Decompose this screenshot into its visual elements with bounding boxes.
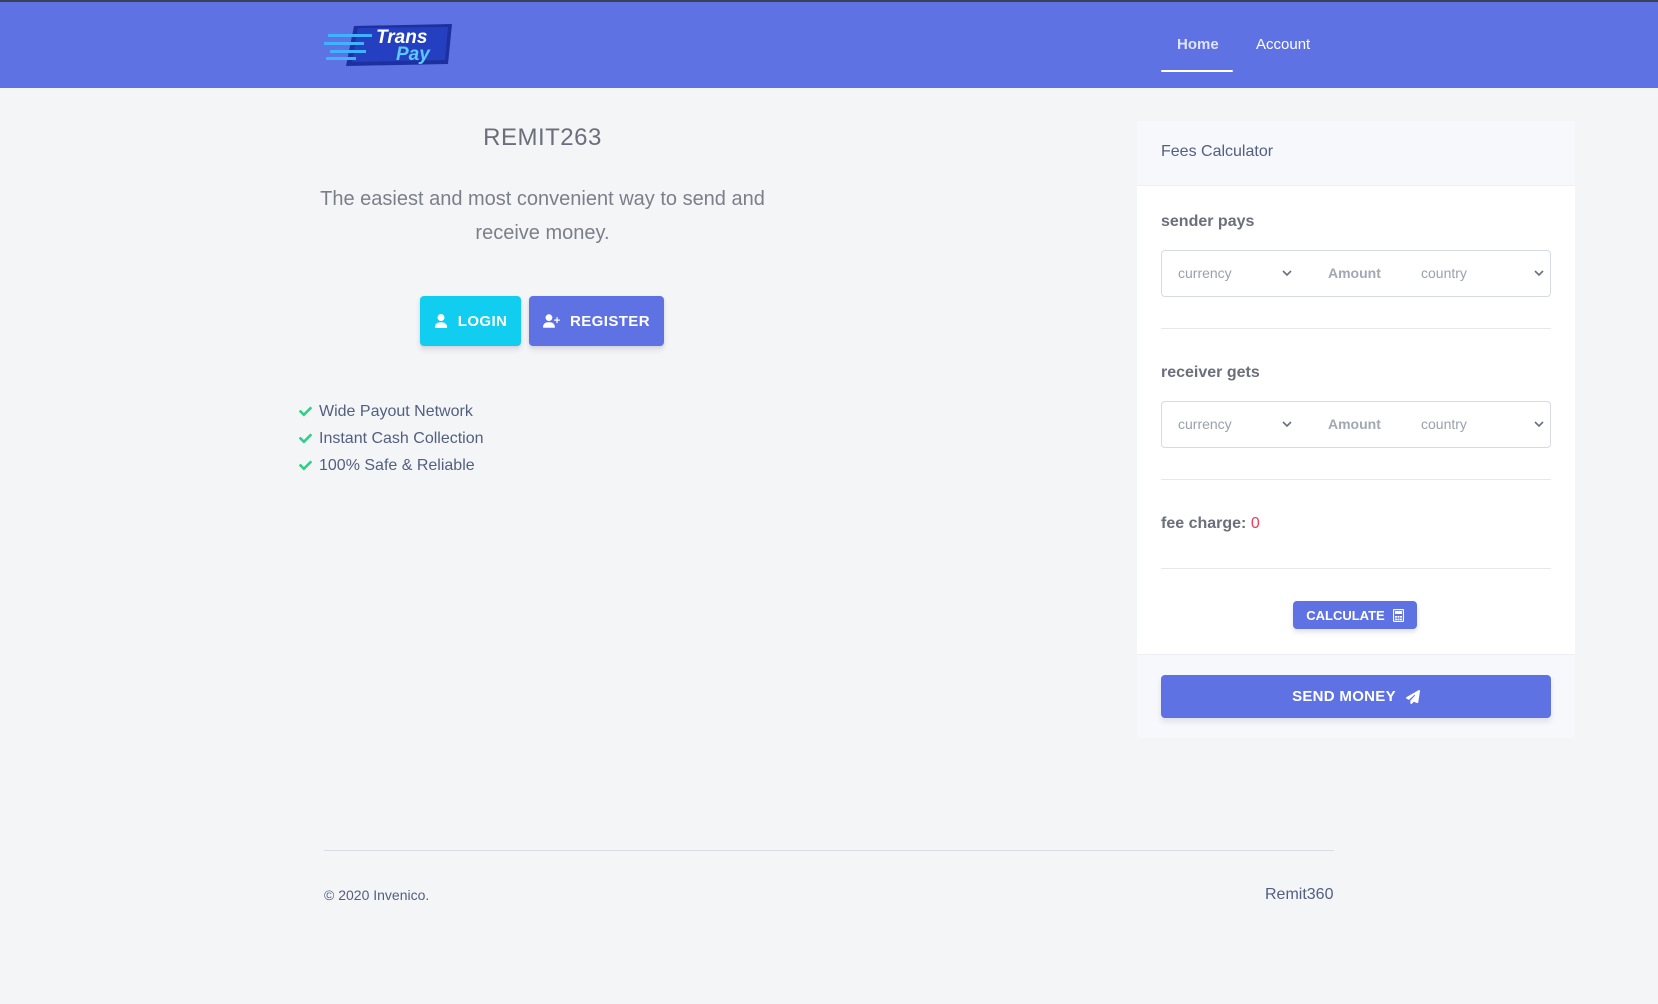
receiver-amount-input[interactable]: Amount <box>1328 416 1381 432</box>
register-button[interactable]: REGISTER <box>529 296 664 346</box>
check-icon <box>299 406 312 417</box>
navbar: Trans Pay Home Account <box>0 2 1658 88</box>
calculate-button[interactable]: CALCULATE <box>1293 601 1417 629</box>
sender-country-select[interactable]: country <box>1421 265 1467 281</box>
sender-pays-label: sender pays <box>1161 213 1255 230</box>
fees-calculator-card: Fees Calculator sender pays currency Amo… <box>1137 121 1575 738</box>
transpay-logo[interactable]: Trans Pay <box>324 22 454 68</box>
logo-graphic: Trans Pay <box>324 24 452 66</box>
chevron-down-icon <box>1534 421 1544 428</box>
feature-list: Wide Payout Network Instant Cash Collect… <box>298 398 484 479</box>
footer-brand-link[interactable]: Remit360 <box>1265 886 1333 904</box>
user-plus-icon <box>543 314 561 328</box>
nav-account-link[interactable]: Account <box>1256 36 1310 53</box>
page-title: REMIT263 <box>483 124 602 151</box>
divider <box>1161 568 1551 569</box>
tagline: The easiest and most convenient way to s… <box>300 182 785 250</box>
nav-active-indicator <box>1161 70 1233 72</box>
chevron-down-icon <box>1282 270 1292 277</box>
receiver-country-select[interactable]: country <box>1421 416 1467 432</box>
send-money-button[interactable]: SEND MONEY <box>1161 675 1551 718</box>
tagline-line-1: The easiest and most convenient way to s… <box>320 188 765 210</box>
chevron-down-icon <box>1534 270 1544 277</box>
receiver-currency-select[interactable]: currency <box>1178 416 1232 432</box>
login-button-label: LOGIN <box>457 312 508 330</box>
fees-calculator-header: Fees Calculator <box>1137 121 1575 186</box>
feature-label: 100% Safe & Reliable <box>319 456 475 474</box>
receiver-gets-label: receiver gets <box>1161 364 1260 381</box>
user-icon <box>434 314 447 328</box>
fees-calculator-title: Fees Calculator <box>1161 143 1274 160</box>
login-button[interactable]: LOGIN <box>420 296 521 346</box>
feature-label: Instant Cash Collection <box>319 429 484 447</box>
feature-item: 100% Safe & Reliable <box>298 452 484 479</box>
send-money-button-label: SEND MONEY <box>1292 688 1396 705</box>
nav-home-link[interactable]: Home <box>1177 36 1219 53</box>
fee-charge-label: fee charge: <box>1161 515 1247 532</box>
feature-item: Wide Payout Network <box>298 398 484 425</box>
tagline-line-2: receive money. <box>475 222 610 244</box>
fee-charge-value: 0 <box>1250 515 1260 532</box>
check-icon <box>299 433 312 444</box>
divider <box>1161 479 1551 480</box>
footer-divider <box>324 850 1334 851</box>
feature-label: Wide Payout Network <box>319 402 473 420</box>
fee-charge: fee charge: 0 <box>1161 515 1260 533</box>
feature-item: Instant Cash Collection <box>298 425 484 452</box>
fees-calculator-footer: SEND MONEY <box>1137 654 1575 738</box>
check-icon <box>299 460 312 471</box>
sender-input-group: currency Amount country <box>1161 250 1551 297</box>
calculator-icon <box>1392 608 1404 622</box>
divider <box>1161 328 1551 329</box>
paper-plane-icon <box>1405 689 1420 704</box>
svg-text:Pay: Pay <box>396 44 431 65</box>
receiver-input-group: currency Amount country <box>1161 401 1551 448</box>
footer-copyright: © 2020 Invenico. <box>324 887 430 903</box>
register-button-label: REGISTER <box>570 312 650 330</box>
chevron-down-icon <box>1282 421 1292 428</box>
calculate-button-label: CALCULATE <box>1306 607 1385 623</box>
sender-currency-select[interactable]: currency <box>1178 265 1232 281</box>
sender-amount-input[interactable]: Amount <box>1328 265 1381 281</box>
